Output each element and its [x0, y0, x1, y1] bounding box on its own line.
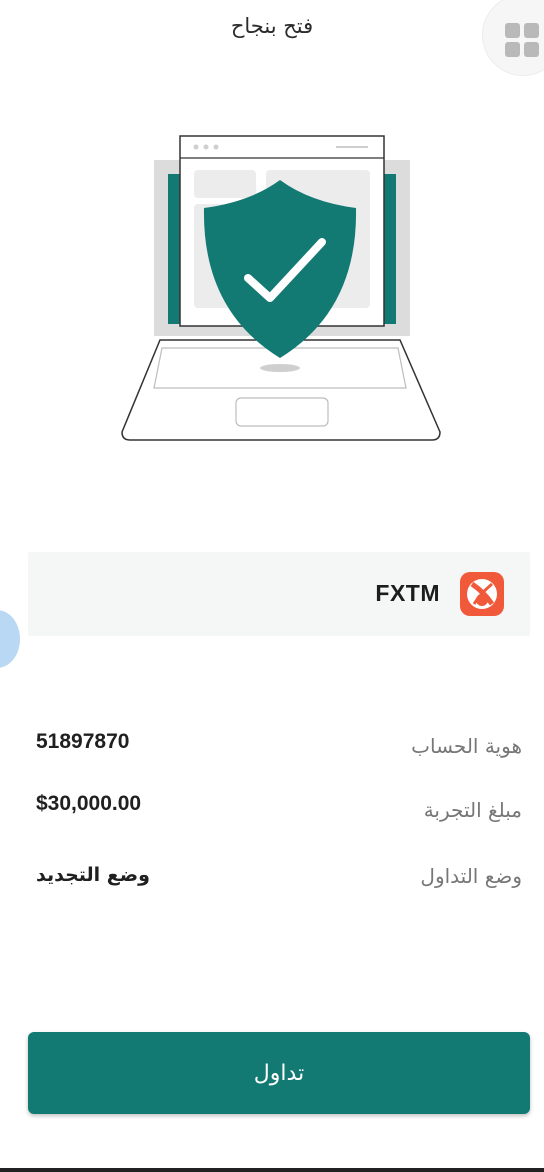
broker-card: FXTM [28, 552, 530, 636]
account-opened-screen: فتح بنجاح FXTM هوية الحساب 51897870 مبلغ… [0, 0, 544, 1172]
account-id-row: هوية الحساب 51897870 [36, 730, 522, 770]
trade-mode-value: وضع التجديد [36, 864, 150, 886]
page-title: فتح بنجاح [230, 14, 314, 38]
fxtm-logo-icon [460, 572, 504, 616]
trial-amount-label: مبلغ التجربة [423, 798, 522, 822]
trade-mode-label: وضع التداول [420, 864, 522, 888]
bottom-divider [0, 1168, 544, 1172]
trial-amount-row: مبلغ التجربة $30,000.00 [36, 792, 522, 832]
account-id-value: 51897870 [36, 730, 130, 753]
floating-assist-bubble[interactable] [0, 610, 20, 668]
trade-button[interactable]: تداول [28, 1032, 530, 1114]
laptop-shield-illustration [121, 135, 441, 441]
trial-amount-value: $30,000.00 [36, 792, 142, 815]
success-illustration [110, 130, 450, 454]
broker-name: FXTM [375, 580, 440, 606]
account-id-label: هوية الحساب [411, 734, 522, 758]
grid-icon [505, 23, 539, 57]
grid-menu-button[interactable] [482, 0, 544, 76]
trade-mode-row: وضع التداول وضع التجديد [36, 864, 522, 904]
